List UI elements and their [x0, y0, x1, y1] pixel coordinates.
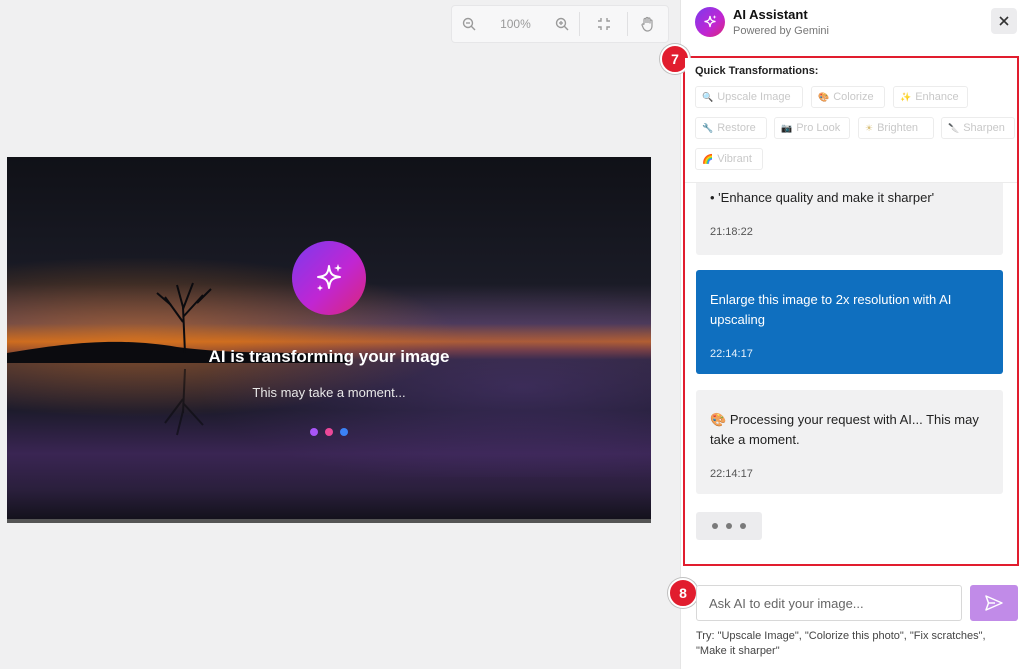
zoom-toolbar: 100% — [451, 5, 669, 43]
rainbow-icon: 🌈 — [702, 153, 714, 164]
quick-transformations-title: Quick Transformations: — [695, 65, 819, 77]
wrench-icon: 🔧 — [702, 122, 714, 133]
zoom-out-button[interactable] — [452, 5, 486, 43]
chip-brighten[interactable]: ☀ Brighten — [858, 117, 934, 139]
send-button[interactable] — [970, 585, 1018, 621]
sun-icon: ☀ — [865, 122, 874, 133]
chip-label: Colorize — [833, 91, 874, 103]
palette-icon: 🎨 — [818, 91, 830, 102]
quick-transformations: Quick Transformations: 🔍 Upscale Image 🎨 C… — [685, 58, 1017, 183]
chip-restore[interactable]: 🔧 Restore — [695, 117, 767, 139]
chip-enhance[interactable]: ✨ Enhance — [893, 86, 968, 108]
chip-label: Restore — [717, 122, 756, 134]
loading-dot — [325, 428, 333, 436]
pan-button[interactable] — [628, 5, 668, 43]
image-preview: AI is transforming your image This may t… — [7, 157, 651, 523]
panel-header: AI Assistant Powered by Gemini — [681, 0, 1024, 46]
chip-label: Enhance — [915, 91, 959, 103]
loading-dots — [310, 428, 348, 436]
chip-sharpen[interactable]: 🔪 Sharpen — [941, 117, 1015, 139]
camera-icon: 📷 — [781, 122, 793, 133]
fit-screen-icon — [597, 18, 610, 30]
close-icon — [999, 16, 1009, 26]
input-hint: Try: "Upscale Image", "Colorize this pho… — [696, 630, 986, 657]
ai-assistant-panel: AI Assistant Powered by Gemini • 'Enhanc… — [660, 0, 1024, 669]
chip-label: Brighten — [877, 122, 919, 134]
processing-title: AI is transforming your image — [208, 347, 450, 366]
zoom-out-icon — [462, 17, 476, 31]
magnifier-icon: 🔍 — [702, 91, 714, 102]
fit-screen-button[interactable] — [580, 5, 628, 43]
chip-colorize[interactable]: 🎨 Colorize — [811, 86, 885, 108]
zoom-in-icon — [555, 17, 569, 31]
sparkles-icon — [704, 15, 717, 28]
chip-label: Pro Look — [796, 122, 841, 134]
ask-ai-input[interactable] — [696, 585, 962, 621]
pan-hand-icon — [641, 16, 653, 32]
canvas-area: 100% AI is transforming your image This … — [0, 0, 680, 669]
chip-label: Vibrant — [717, 153, 752, 165]
knife-icon: 🔪 — [948, 122, 960, 133]
assistant-avatar — [695, 7, 725, 37]
step-badge-8: 8 — [668, 578, 698, 608]
panel-title: AI Assistant — [733, 7, 808, 22]
zoom-level: 100% — [500, 17, 531, 31]
chip-vibrant[interactable]: 🌈 Vibrant — [695, 148, 763, 170]
ai-badge — [292, 241, 366, 315]
chip-label: Upscale Image — [717, 91, 791, 103]
chip-upscale-image[interactable]: 🔍 Upscale Image — [695, 86, 803, 108]
sparkles-icon — [317, 264, 342, 291]
loading-dot — [340, 428, 348, 436]
loading-dot — [310, 428, 318, 436]
sparkle-icon: ✨ — [900, 91, 912, 102]
panel-subtitle: Powered by Gemini — [733, 25, 829, 37]
zoom-in-button[interactable] — [545, 5, 579, 43]
processing-subtitle: This may take a moment... — [252, 385, 406, 400]
processing-overlay: AI is transforming your image This may t… — [7, 157, 651, 519]
close-button[interactable] — [991, 8, 1017, 34]
chip-label: Sharpen — [963, 122, 1005, 134]
send-icon — [985, 595, 1003, 611]
chip-pro-look[interactable]: 📷 Pro Look — [774, 117, 850, 139]
